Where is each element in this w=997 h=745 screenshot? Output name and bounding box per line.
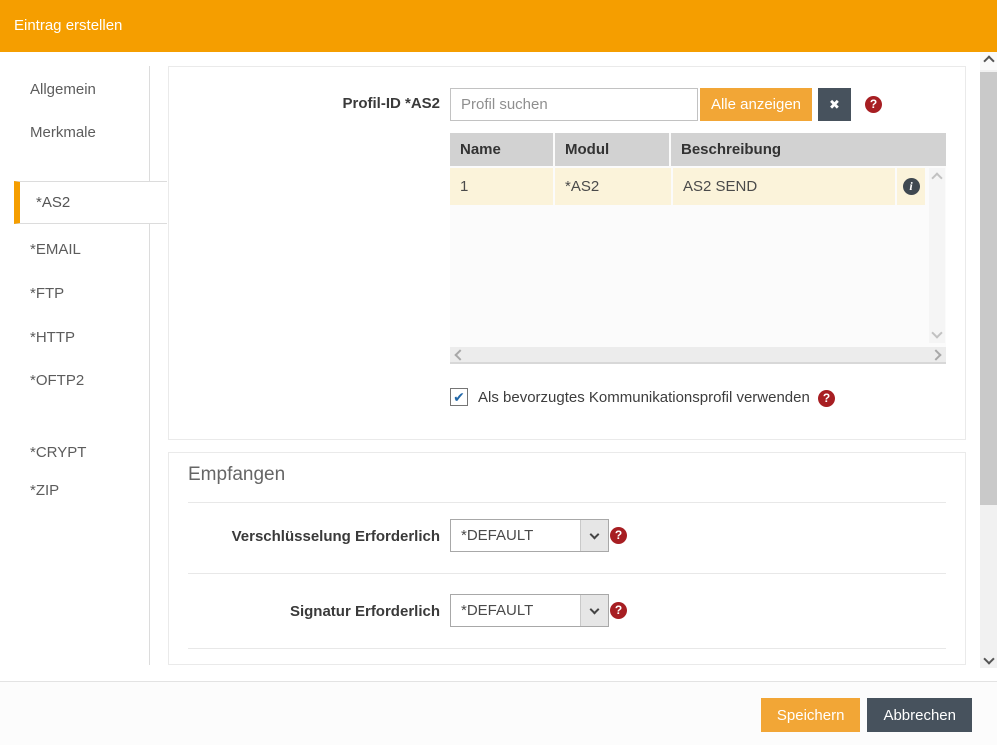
encryption-required-label: Verschlüsselung Erforderlich (169, 528, 440, 545)
cell-info[interactable]: i (897, 168, 925, 205)
scroll-down-icon (983, 653, 994, 664)
field-divider (188, 573, 946, 574)
field-divider (188, 648, 946, 649)
help-icon-encryption[interactable]: ? (610, 527, 627, 544)
profile-id-label: Profil-ID *AS2 (169, 95, 440, 112)
section-title-empfangen: Empfangen (188, 464, 285, 486)
scroll-down-icon[interactable] (931, 327, 942, 338)
empfangen-panel: Empfangen Verschlüsselung Erforderlich *… (168, 452, 966, 665)
cancel-button[interactable]: Abbrechen (867, 698, 972, 732)
column-header-beschreibung[interactable]: Beschreibung (671, 133, 946, 166)
profile-search-input[interactable] (450, 88, 698, 121)
sidebar-item-email[interactable]: *EMAIL (30, 241, 81, 258)
profile-table: Name Modul Beschreibung 1 *AS2 AS2 SEND … (450, 133, 946, 364)
table-body: 1 *AS2 AS2 SEND i (450, 166, 946, 347)
preferred-profile-checkbox-label[interactable]: Als bevorzugtes Kommunikationsprofil ver… (478, 389, 810, 406)
chevron-down-icon (590, 529, 600, 539)
scroll-up-icon[interactable] (931, 172, 942, 183)
select-arrow[interactable] (580, 520, 608, 551)
checkmark-icon: ✔ (453, 389, 465, 405)
table-row[interactable]: 1 *AS2 AS2 SEND i (450, 168, 946, 205)
table-vertical-scrollbar[interactable] (929, 168, 945, 343)
section-divider (188, 502, 946, 503)
column-header-name[interactable]: Name (450, 133, 555, 166)
cell-beschreibung[interactable]: AS2 SEND (673, 168, 895, 205)
show-all-button[interactable]: Alle anzeigen (700, 88, 812, 121)
signature-required-value: *DEFAULT (461, 602, 533, 619)
encryption-required-select[interactable]: *DEFAULT (450, 519, 609, 552)
main-scroll-down-button[interactable] (980, 650, 997, 668)
clear-search-button[interactable]: ✖ (818, 88, 851, 121)
cell-name[interactable]: 1 (450, 168, 553, 205)
scroll-left-icon[interactable] (454, 349, 465, 360)
main-scroll-up-button[interactable] (980, 52, 997, 70)
sidebar-item-merkmale[interactable]: Merkmale (30, 124, 96, 141)
table-horizontal-scrollbar[interactable] (450, 347, 946, 362)
sidebar-divider (149, 66, 150, 665)
chevron-down-icon (590, 604, 600, 614)
help-icon-preferred[interactable]: ? (818, 390, 835, 407)
save-button[interactable]: Speichern (761, 698, 861, 732)
sidebar-item-oftp2[interactable]: *OFTP2 (30, 372, 84, 389)
footer-buttons: Speichern Abbrechen (761, 698, 972, 732)
preferred-profile-checkbox[interactable]: ✔ (450, 388, 468, 406)
main-scrollbar[interactable] (980, 52, 997, 668)
dialog-header: Eintrag erstellen (0, 0, 997, 52)
sidebar-item-ftp[interactable]: *FTP (30, 285, 64, 302)
scroll-right-icon[interactable] (930, 349, 941, 360)
sidebar-item-http[interactable]: *HTTP (30, 329, 75, 346)
sidebar-item-zip[interactable]: *ZIP (30, 482, 59, 499)
info-icon[interactable]: i (903, 178, 920, 195)
help-icon-signature[interactable]: ? (610, 602, 627, 619)
table-header-row: Name Modul Beschreibung (450, 133, 946, 166)
profile-panel: Profil-ID *AS2 Alle anzeigen ✖ ? Name Mo… (168, 66, 966, 440)
select-arrow[interactable] (580, 595, 608, 626)
main-scrollbar-thumb[interactable] (980, 72, 997, 505)
dialog-title: Eintrag erstellen (14, 0, 122, 52)
scroll-up-icon (983, 55, 994, 66)
signature-required-label: Signatur Erforderlich (169, 603, 440, 620)
column-header-modul[interactable]: Modul (555, 133, 671, 166)
sidebar-item-as2[interactable]: *AS2 (14, 181, 167, 224)
footer: Speichern Abbrechen (0, 682, 997, 745)
sidebar-item-allgemein[interactable]: Allgemein (30, 81, 96, 98)
signature-required-select[interactable]: *DEFAULT (450, 594, 609, 627)
sidebar-item-crypt[interactable]: *CRYPT (30, 444, 86, 461)
help-icon-profile[interactable]: ? (865, 96, 882, 113)
encryption-required-value: *DEFAULT (461, 527, 533, 544)
close-icon: ✖ (829, 97, 840, 112)
cell-modul[interactable]: *AS2 (555, 168, 671, 205)
